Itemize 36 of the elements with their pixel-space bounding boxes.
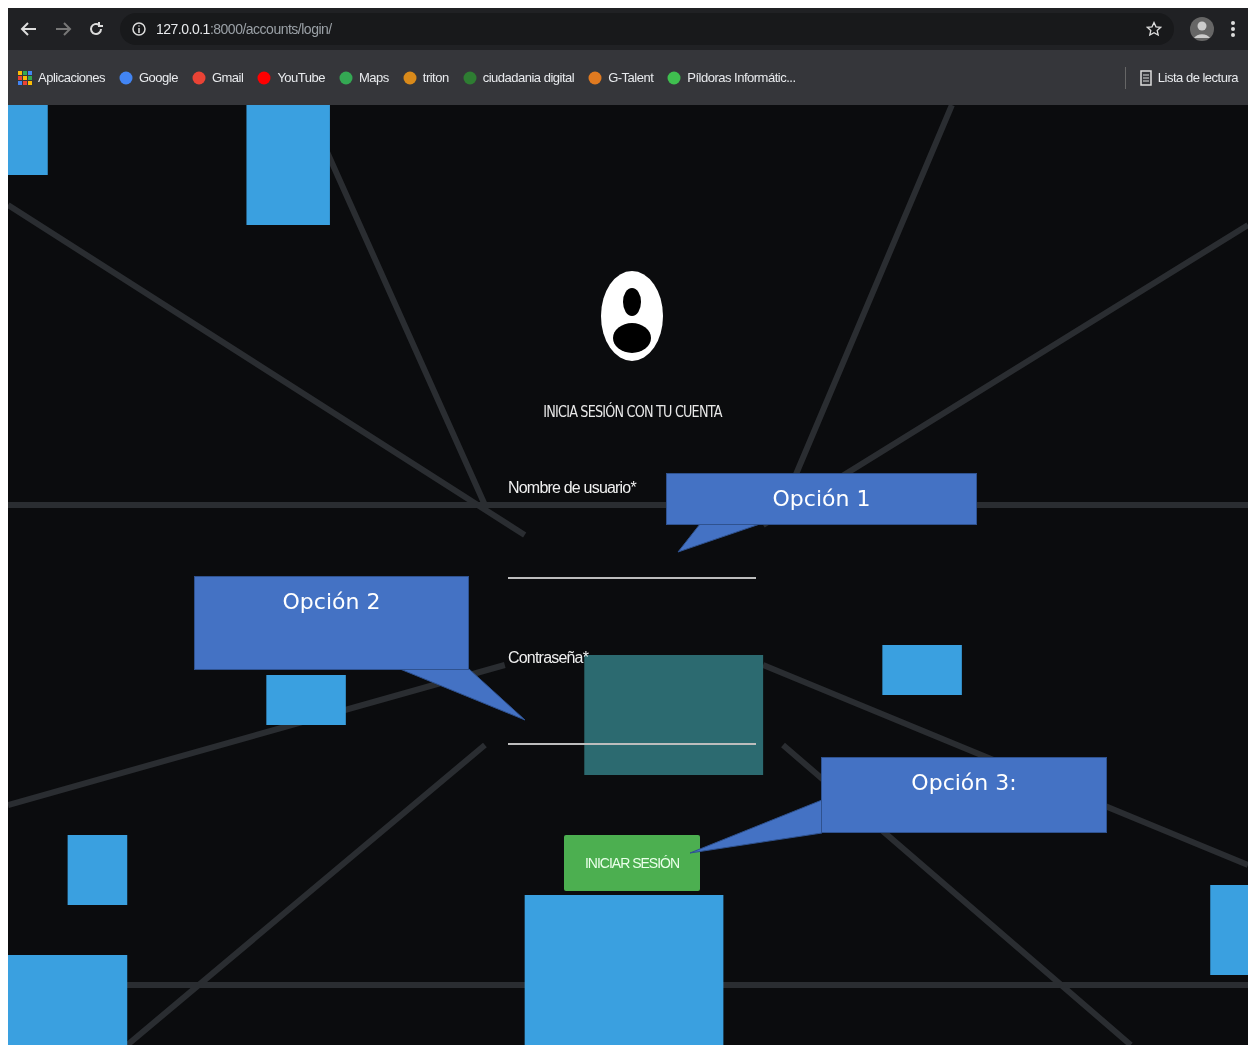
field-label: Contraseña*: [508, 649, 590, 667]
bookmark-icon: [462, 70, 477, 85]
menu-icon[interactable]: [1230, 20, 1236, 38]
avatar-icon[interactable]: [1190, 17, 1214, 41]
bookmark-icon: [588, 70, 603, 85]
bookmark-link[interactable]: Aplicaciones: [18, 70, 105, 85]
user-avatar-icon: [600, 270, 664, 362]
forward-icon[interactable]: [54, 21, 72, 37]
url-text: 127.0.0.1:8000/accounts/login/: [156, 21, 332, 37]
bookmark-icon: [191, 70, 206, 85]
bookmark-icon: [667, 70, 682, 85]
bookmark-icon: [119, 70, 133, 85]
bookmark-link[interactable]: YouTube: [257, 70, 325, 85]
field-label: Nombre de usuario*: [508, 479, 638, 497]
address-bar[interactable]: 127.0.0.1:8000/accounts/login/: [120, 13, 1174, 45]
bookmark-link[interactable]: triton: [402, 70, 449, 85]
bookmark-icon: [18, 70, 32, 85]
login-heading: INICIA SESIÓN CON TU CUENTA: [542, 402, 722, 421]
bookmark-icon: [257, 70, 272, 85]
reload-icon[interactable]: [88, 21, 104, 37]
info-icon[interactable]: [132, 22, 146, 36]
cube-tile: [67, 835, 128, 905]
reading-list-link[interactable]: Lista de lectura: [1139, 69, 1238, 86]
bookmark-icon: [402, 70, 417, 85]
bookmark-link[interactable]: Píldoras Informátic...: [667, 70, 796, 85]
reading-list-icon: [1139, 69, 1152, 86]
callout: Opción 3:: [821, 757, 1107, 833]
back-icon[interactable]: [20, 21, 38, 37]
bookmark-link[interactable]: Google: [119, 70, 178, 85]
bookmark-link[interactable]: Gmail: [191, 70, 244, 85]
bookmark-icon: [338, 70, 353, 85]
cube-tile: [8, 105, 48, 175]
bookmark-link[interactable]: G-Talent: [588, 70, 654, 85]
star-icon[interactable]: [1146, 21, 1162, 37]
bookmark-link[interactable]: Maps: [338, 70, 389, 85]
bookmark-link[interactable]: ciudadania digital: [462, 70, 575, 85]
